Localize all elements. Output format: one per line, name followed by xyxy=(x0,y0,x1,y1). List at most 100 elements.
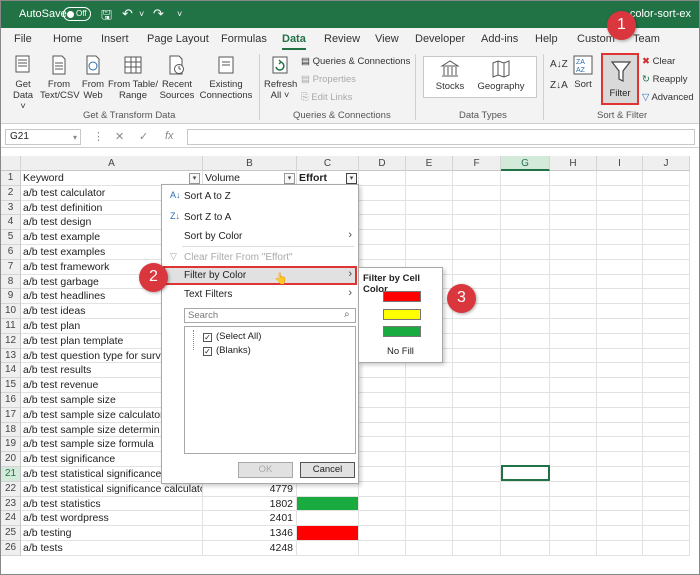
grid-cell[interactable] xyxy=(643,215,690,231)
grid-cell[interactable] xyxy=(643,422,690,438)
grid-cell[interactable] xyxy=(550,496,597,512)
grid-cell[interactable] xyxy=(501,319,550,334)
tab-view[interactable]: View xyxy=(375,33,399,45)
grid-cell[interactable] xyxy=(406,422,453,438)
grid-cell[interactable] xyxy=(406,230,453,245)
tab-help[interactable]: Help xyxy=(535,33,558,45)
grid-cell[interactable] xyxy=(359,511,406,527)
enter-icon[interactable]: ✓ xyxy=(139,130,148,143)
column-header-f[interactable]: F xyxy=(453,156,501,171)
grid-cell[interactable] xyxy=(406,200,453,216)
grid-cell[interactable] xyxy=(406,407,453,423)
grid-cell[interactable] xyxy=(550,171,597,186)
grid-cell[interactable] xyxy=(597,171,643,186)
grid-cell[interactable] xyxy=(643,274,690,290)
row-header[interactable]: 14 xyxy=(1,363,21,379)
grid-cell[interactable] xyxy=(550,407,597,423)
grid-cell[interactable] xyxy=(359,407,406,423)
grid-cell[interactable] xyxy=(550,526,597,541)
grid-cell[interactable] xyxy=(597,200,643,216)
grid-cell[interactable] xyxy=(453,230,501,245)
filter-button[interactable]: Filter xyxy=(601,53,639,105)
grid-cell[interactable] xyxy=(550,245,597,260)
grid-cell[interactable] xyxy=(597,333,643,349)
grid-cell[interactable] xyxy=(597,185,643,201)
grid-cell[interactable] xyxy=(359,378,406,393)
tab-addins[interactable]: Add-ins xyxy=(481,33,518,45)
grid-cell[interactable] xyxy=(550,259,597,275)
column-header-d[interactable]: D xyxy=(359,156,406,171)
grid-cell[interactable] xyxy=(359,541,406,556)
ok-button[interactable]: OK xyxy=(238,462,293,478)
grid-cell[interactable] xyxy=(453,200,501,216)
grid-cell[interactable] xyxy=(501,185,550,201)
grid-cell[interactable] xyxy=(501,526,550,541)
advanced-button[interactable]: ▽ Advanced xyxy=(642,92,694,103)
row-header[interactable]: 5 xyxy=(1,230,21,245)
grid-cell[interactable] xyxy=(453,215,501,231)
keyword-cell[interactable]: a/b tests xyxy=(21,541,203,556)
save-icon[interactable]: 🖫 xyxy=(101,6,112,28)
grid-cell[interactable] xyxy=(453,333,501,349)
grid-cell[interactable] xyxy=(359,526,406,541)
grid-cell[interactable] xyxy=(643,407,690,423)
grid-cell[interactable] xyxy=(597,541,643,556)
grid-cell[interactable] xyxy=(501,230,550,245)
grid-cell[interactable] xyxy=(359,422,406,438)
grid-cell[interactable] xyxy=(643,378,690,393)
grid-cell[interactable] xyxy=(597,467,643,482)
grid-cell[interactable] xyxy=(643,526,690,541)
row-header[interactable]: 11 xyxy=(1,319,21,334)
row-header[interactable]: 26 xyxy=(1,541,21,556)
autosave-toggle[interactable]: Off xyxy=(63,7,91,21)
grid-cell[interactable] xyxy=(550,511,597,527)
grid-cell[interactable] xyxy=(359,393,406,408)
undo-icon[interactable]: ↶ xyxy=(122,6,133,22)
row-header[interactable]: 1 xyxy=(1,171,21,186)
grid-cell[interactable] xyxy=(550,437,597,453)
row-header[interactable]: 17 xyxy=(1,407,21,423)
row-header[interactable]: 16 xyxy=(1,393,21,408)
column-header-g[interactable]: G xyxy=(501,156,550,171)
from-web-button[interactable]: From Web xyxy=(79,54,107,101)
grid-cell[interactable] xyxy=(359,245,406,260)
grid-cell[interactable] xyxy=(550,333,597,349)
grid-cell[interactable] xyxy=(597,407,643,423)
grid-cell[interactable] xyxy=(501,393,550,408)
row-header[interactable]: 21 xyxy=(1,467,21,482)
grid-cell[interactable] xyxy=(453,185,501,201)
grid-cell[interactable] xyxy=(643,363,690,379)
grid-cell[interactable] xyxy=(406,511,453,527)
tab-insert[interactable]: Insert xyxy=(101,33,129,45)
grid-cell[interactable] xyxy=(643,393,690,408)
grid-cell[interactable] xyxy=(453,452,501,467)
row-header[interactable]: 7 xyxy=(1,259,21,275)
grid-cell[interactable] xyxy=(453,481,501,497)
tab-data[interactable]: Data xyxy=(282,33,306,50)
grid-cell[interactable] xyxy=(597,319,643,334)
filter-search-input[interactable]: Search xyxy=(184,308,356,323)
grid-cell[interactable] xyxy=(597,215,643,231)
grid-cell[interactable] xyxy=(453,496,501,512)
row-header[interactable]: 6 xyxy=(1,245,21,260)
grid-cell[interactable] xyxy=(550,215,597,231)
tab-formulas[interactable]: Formulas xyxy=(221,33,267,45)
grid-cell[interactable] xyxy=(406,541,453,556)
grid-cell[interactable] xyxy=(501,437,550,453)
refresh-all-button[interactable]: Refresh All ˅ xyxy=(264,54,297,101)
row-header[interactable]: 25 xyxy=(1,526,21,541)
grid-cell[interactable] xyxy=(453,541,501,556)
sort-za-button[interactable]: Z↓A xyxy=(550,80,568,91)
existing-connections-button[interactable]: Existing Connections xyxy=(199,54,253,101)
grid-cell[interactable] xyxy=(406,245,453,260)
grid-cell[interactable] xyxy=(501,481,550,497)
menu-sort-z-to-a[interactable]: Sort Z to A xyxy=(184,212,231,223)
grid-cell[interactable] xyxy=(597,452,643,467)
grid-cell[interactable] xyxy=(453,407,501,423)
filter-dropdown-volume[interactable]: ▾ xyxy=(284,173,295,184)
grid-cell[interactable] xyxy=(501,511,550,527)
grid-cell[interactable] xyxy=(453,171,501,186)
color-swatch-yellow[interactable] xyxy=(383,309,421,320)
menu-sort-a-to-z[interactable]: Sort A to Z xyxy=(184,191,231,202)
grid-cell[interactable] xyxy=(453,526,501,541)
